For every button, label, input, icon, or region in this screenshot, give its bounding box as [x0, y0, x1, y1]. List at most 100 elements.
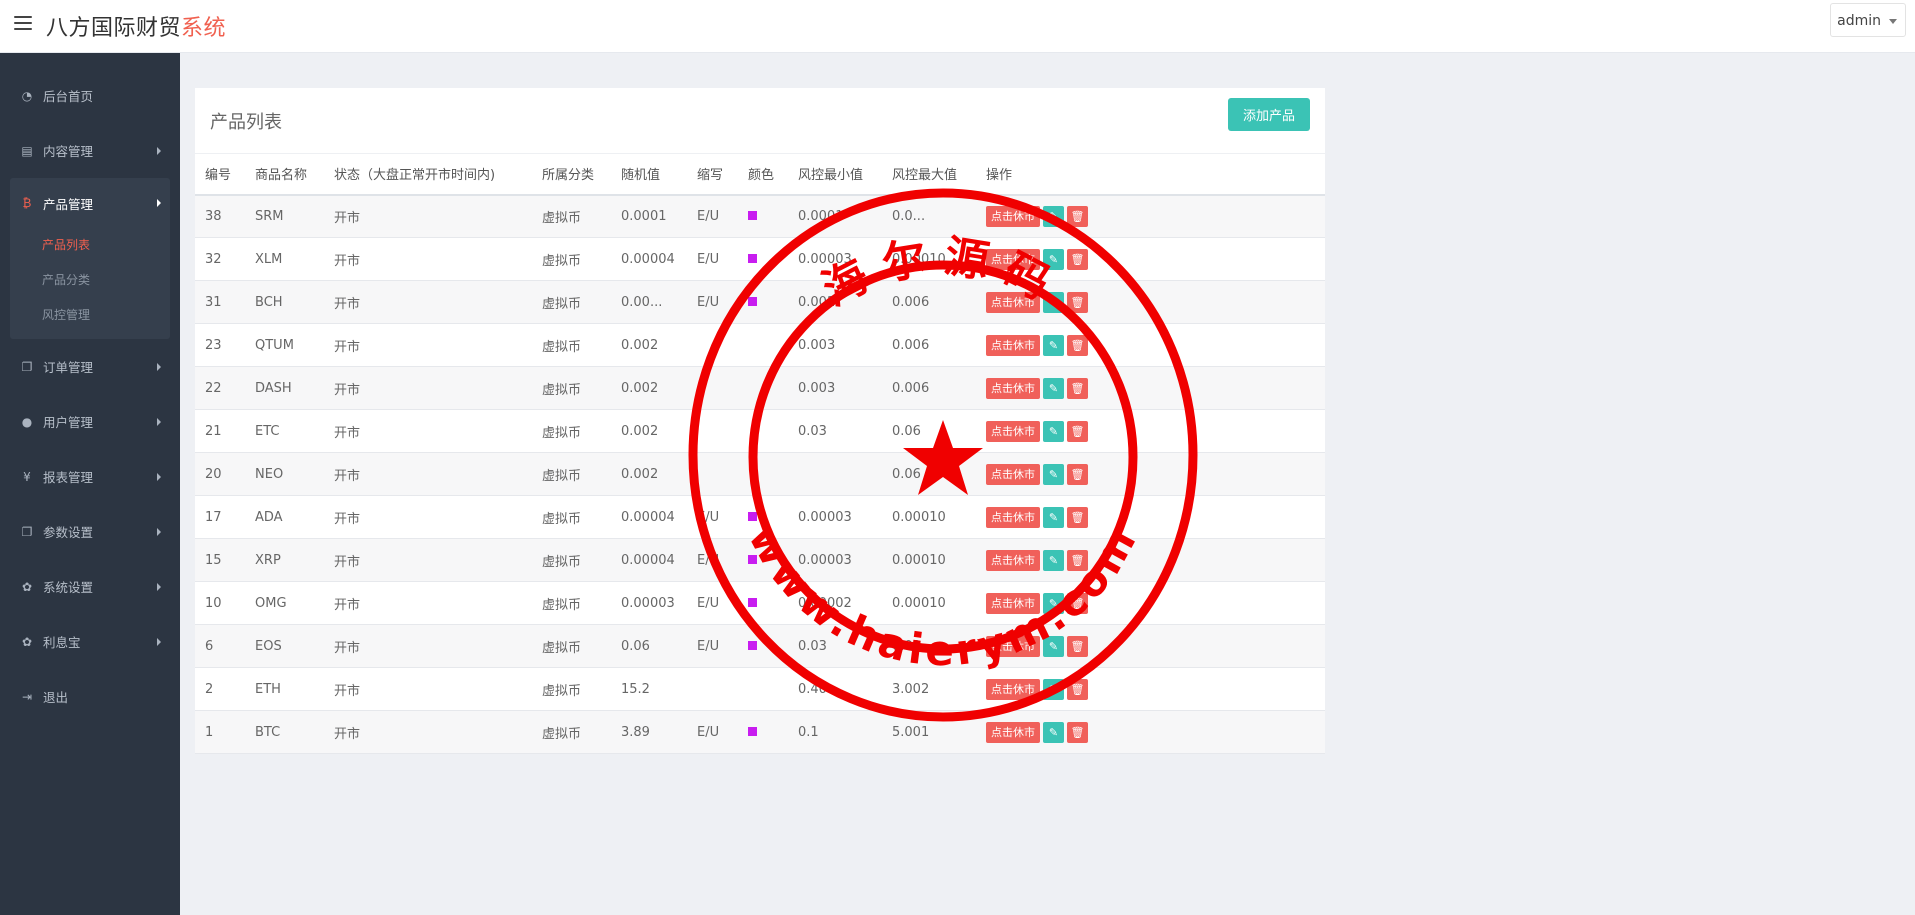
cell-name: ETC: [245, 409, 324, 453]
edit-icon[interactable]: ✎: [1043, 248, 1064, 270]
cell-random: 0.00004: [611, 237, 687, 281]
cell-category: 虚拟币: [532, 710, 611, 754]
trash-icon[interactable]: 🗑: [1067, 205, 1088, 227]
sidebar-item-内容管理[interactable]: ▤ 内容管理: [0, 123, 180, 178]
edit-icon[interactable]: ✎: [1043, 506, 1064, 528]
edit-icon[interactable]: ✎: [1043, 549, 1064, 571]
edit-icon[interactable]: ✎: [1043, 291, 1064, 313]
halt-market-button[interactable]: 点击休市: [986, 334, 1040, 356]
edit-icon[interactable]: ✎: [1043, 377, 1064, 399]
edit-icon[interactable]: ✎: [1043, 205, 1064, 227]
trash-icon[interactable]: 🗑: [1067, 635, 1088, 657]
halt-market-button[interactable]: 点击休市: [986, 635, 1040, 657]
cell-category: 虚拟币: [532, 323, 611, 367]
add-product-button[interactable]: 添加产品: [1228, 98, 1310, 131]
cell-min: 0.003: [788, 366, 882, 410]
cell-category: 虚拟币: [532, 538, 611, 582]
cell-abbr: E/U: [687, 624, 738, 668]
trash-icon[interactable]: 🗑: [1067, 291, 1088, 313]
sidebar-item-利息宝[interactable]: ✿ 利息宝: [0, 614, 180, 669]
cell-name: BTC: [245, 710, 324, 754]
cell-abbr: [687, 667, 738, 711]
sidebar-item-products[interactable]: ₿ 产品管理: [10, 178, 170, 228]
edit-icon[interactable]: ✎: [1043, 592, 1064, 614]
cell-id: 20: [195, 452, 245, 496]
cell-name: BCH: [245, 280, 324, 324]
trash-icon[interactable]: 🗑: [1067, 549, 1088, 571]
table-row: 31 BCH 开市 虚拟币 0.00... E/U 0.002 0.006 点击休市 ✎ 🗑: [195, 280, 1325, 324]
trash-icon[interactable]: 🗑: [1067, 506, 1088, 528]
cell-color: [738, 409, 788, 453]
edit-icon[interactable]: ✎: [1043, 721, 1064, 743]
menu-toggle-icon[interactable]: [14, 16, 32, 30]
cell-max: 5.001: [882, 710, 976, 754]
halt-market-button[interactable]: 点击休市: [986, 506, 1040, 528]
sidebar-item-订单管理[interactable]: ❐ 订单管理: [0, 339, 180, 394]
cell-abbr: E/U: [687, 280, 738, 324]
color-swatch: [748, 296, 757, 306]
halt-market-button[interactable]: 点击休市: [986, 549, 1040, 571]
cell-min: [788, 452, 882, 496]
cell-actions: 点击休市 ✎ 🗑: [976, 495, 1325, 539]
cell-name: XRP: [245, 538, 324, 582]
sidebar-item-后台首页[interactable]: ◔ 后台首页: [0, 68, 180, 123]
column-header: 所属分类: [532, 153, 611, 196]
cell-abbr: E/U: [687, 495, 738, 539]
table-row: 15 XRP 开市 虚拟币 0.00004 E/U 0.00003 0.00010 点击休市 ✎ 🗑: [195, 538, 1325, 582]
halt-market-button[interactable]: 点击休市: [986, 721, 1040, 743]
edit-icon[interactable]: ✎: [1043, 420, 1064, 442]
column-header: 编号: [195, 153, 245, 196]
cell-id: 23: [195, 323, 245, 367]
halt-market-button[interactable]: 点击休市: [986, 420, 1040, 442]
edit-icon[interactable]: ✎: [1043, 463, 1064, 485]
halt-market-button[interactable]: 点击休市: [986, 463, 1040, 485]
trash-icon[interactable]: 🗑: [1067, 463, 1088, 485]
nav-group-products: ₿ 产品管理 产品列表 产品分类 风控管理: [10, 178, 170, 339]
sidebar-item-参数设置[interactable]: ❐ 参数设置: [0, 504, 180, 559]
halt-market-button[interactable]: 点击休市: [986, 291, 1040, 313]
sidebar-item-label: 利息宝: [43, 635, 81, 650]
halt-market-button[interactable]: 点击休市: [986, 205, 1040, 227]
color-swatch: [748, 554, 757, 564]
sidebar-subitem[interactable]: 产品列表: [10, 228, 170, 263]
trash-icon[interactable]: 🗑: [1067, 377, 1088, 399]
edit-icon[interactable]: ✎: [1043, 678, 1064, 700]
cell-category: 虚拟币: [532, 452, 611, 496]
trash-icon[interactable]: 🗑: [1067, 420, 1088, 442]
cell-color: [738, 495, 788, 539]
trash-icon[interactable]: 🗑: [1067, 592, 1088, 614]
cell-min: 0.0001: [788, 194, 882, 238]
cell-id: 38: [195, 194, 245, 238]
sidebar-subitem[interactable]: 风控管理: [10, 298, 170, 333]
gears-icon: ✿: [21, 579, 33, 594]
halt-market-button[interactable]: 点击休市: [986, 592, 1040, 614]
page-title: 产品列表: [210, 112, 282, 133]
edit-icon[interactable]: ✎: [1043, 635, 1064, 657]
user-dropdown[interactable]: admin: [1830, 3, 1906, 37]
column-header: 随机值: [611, 153, 687, 196]
sidebar-item-label: 系统设置: [43, 580, 94, 595]
cell-category: 虚拟币: [532, 409, 611, 453]
cell-min: 0.003: [788, 323, 882, 367]
cell-status: 开市: [324, 624, 532, 668]
trash-icon[interactable]: 🗑: [1067, 721, 1088, 743]
column-header: 商品名称: [245, 153, 324, 196]
edit-icon[interactable]: ✎: [1043, 334, 1064, 356]
sidebar-item-报表管理[interactable]: ¥ 报表管理: [0, 449, 180, 504]
cell-name: QTUM: [245, 323, 324, 367]
sidebar-subitem[interactable]: 产品分类: [10, 263, 170, 298]
trash-icon[interactable]: 🗑: [1067, 678, 1088, 700]
product-list-panel: 产品列表 添加产品 编号 商品名称 状态（大盘正常开市时间内) 所属分类 随机值 缩写 颜色…: [195, 88, 1325, 754]
product-table: 编号 商品名称 状态（大盘正常开市时间内) 所属分类 随机值 缩写 颜色 风控最小值 风控最大值…: [195, 153, 1325, 754]
sidebar-item-退出[interactable]: ⇥ 退出: [0, 669, 180, 724]
halt-market-button[interactable]: 点击休市: [986, 678, 1040, 700]
cell-status: 开市: [324, 237, 532, 281]
cell-abbr: E/U: [687, 538, 738, 582]
halt-market-button[interactable]: 点击休市: [986, 248, 1040, 270]
trash-icon[interactable]: 🗑: [1067, 248, 1088, 270]
cell-status: 开市: [324, 538, 532, 582]
halt-market-button[interactable]: 点击休市: [986, 377, 1040, 399]
sidebar-item-系统设置[interactable]: ✿ 系统设置: [0, 559, 180, 614]
trash-icon[interactable]: 🗑: [1067, 334, 1088, 356]
sidebar-item-用户管理[interactable]: ● 用户管理: [0, 394, 180, 449]
